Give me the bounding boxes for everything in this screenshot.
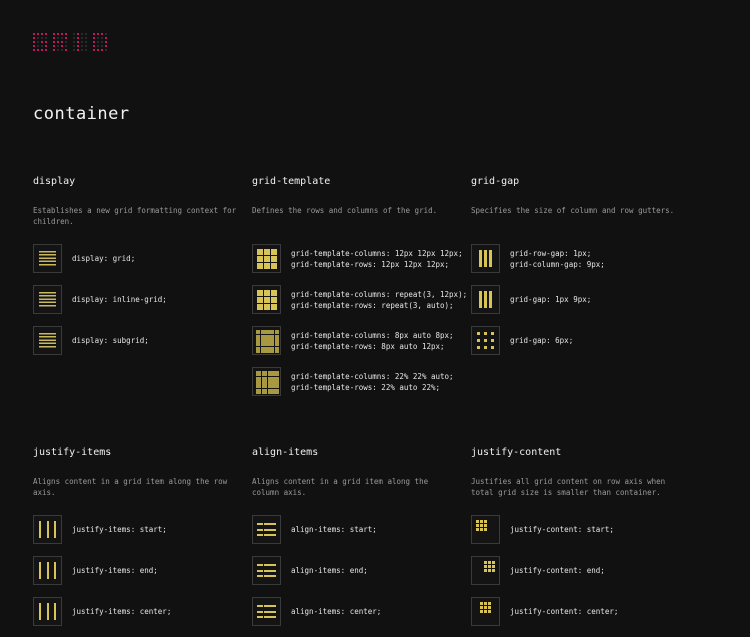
- justify-center-icon: [33, 597, 62, 626]
- gap-squares-icon: [471, 326, 500, 355]
- align-end-icon: [252, 556, 281, 585]
- example-justify-content-end[interactable]: justify-content: end;: [471, 555, 676, 586]
- example-code: justify-items: end;: [72, 566, 158, 575]
- example-code: grid-template-columns: repeat(3, 12px); …: [291, 289, 468, 310]
- example-code: grid-template-columns: 8px auto 8px; gri…: [291, 330, 454, 351]
- property-description: Aligns content in a grid item along the …: [33, 477, 228, 497]
- example-grid-template-percent[interactable]: grid-template-columns: 22% 22% auto; gri…: [252, 366, 457, 397]
- example-code: align-items: center;: [291, 607, 382, 616]
- justify-start-icon: [33, 515, 62, 544]
- gap-columns-icon: [471, 244, 500, 273]
- example-justify-items-center[interactable]: justify-items: center;: [33, 596, 238, 627]
- property-justify-items: justify-items Aligns content in a grid i…: [33, 446, 238, 637]
- justify-end-icon: [33, 556, 62, 585]
- example-align-items-start[interactable]: align-items: start;: [252, 514, 457, 545]
- grid-lines-icon: [33, 244, 62, 273]
- align-start-icon: [252, 515, 281, 544]
- content-center-icon: [471, 597, 500, 626]
- example-code: grid-template-columns: 22% 22% auto; gri…: [291, 371, 454, 392]
- grid-lines-icon: [33, 326, 62, 355]
- example-align-items-end[interactable]: align-items: end;: [252, 555, 457, 586]
- property-description: Justifies all grid content on row axis w…: [471, 477, 666, 497]
- property-description: Aligns content in a grid item along the …: [252, 477, 429, 497]
- example-display-inline-grid[interactable]: display: inline-grid;: [33, 284, 238, 315]
- example-grid-gap-one[interactable]: grid-gap: 6px;: [471, 325, 676, 356]
- gap-columns-icon: [471, 285, 500, 314]
- property-justify-content: justify-content Justifies all grid conte…: [471, 446, 676, 637]
- property-description: Defines the rows and columns of the grid…: [252, 206, 438, 215]
- example-code: display: inline-grid;: [72, 295, 167, 304]
- example-grid-row-gap[interactable]: grid-row-gap: 1px; grid-column-gap: 9px;: [471, 243, 676, 274]
- grid-3x3-icon: [252, 244, 281, 273]
- example-justify-content-center[interactable]: justify-content: center;: [471, 596, 676, 627]
- property-description: Establishes a new grid formatting contex…: [33, 206, 237, 226]
- example-grid-template-repeat[interactable]: grid-template-columns: repeat(3, 12px); …: [252, 284, 467, 315]
- example-justify-items-start[interactable]: justify-items: start;: [33, 514, 238, 545]
- property-name: display: [33, 176, 76, 187]
- example-code: justify-items: center;: [72, 607, 172, 616]
- example-code: justify-content: center;: [510, 607, 619, 616]
- property-grid-template: grid-template Defines the rows and colum…: [252, 175, 467, 407]
- property-name: justify-content: [471, 447, 562, 458]
- example-code: justify-content: start;: [510, 525, 614, 534]
- example-align-items-center[interactable]: align-items: center;: [252, 596, 457, 627]
- example-code: justify-content: end;: [510, 566, 605, 575]
- grid-3x3-icon: [252, 285, 281, 314]
- property-name: justify-items: [33, 447, 112, 458]
- grid-percent-icon: [252, 367, 281, 396]
- example-code: justify-items: start;: [72, 525, 167, 534]
- grid-lines-icon: [33, 285, 62, 314]
- example-code: align-items: end;: [291, 566, 368, 575]
- example-code: grid-row-gap: 1px; grid-column-gap: 9px;: [510, 248, 605, 269]
- example-code: align-items: start;: [291, 525, 377, 534]
- grid-logo: [33, 33, 107, 51]
- property-align-items: align-items Aligns content in a grid ite…: [252, 446, 457, 637]
- logo-letter-d: [93, 33, 107, 51]
- example-justify-items-end[interactable]: justify-items: end;: [33, 555, 238, 586]
- property-grid-gap: grid-gap Specifies the size of column an…: [471, 175, 676, 366]
- logo-letter-r: [53, 33, 67, 51]
- example-display-grid[interactable]: display: grid;: [33, 243, 238, 274]
- example-code: display: grid;: [72, 254, 136, 263]
- property-description: Specifies the size of column and row gut…: [471, 206, 675, 215]
- property-name: grid-gap: [471, 176, 520, 187]
- example-display-subgrid[interactable]: display: subgrid;: [33, 325, 238, 356]
- example-grid-template-fixed[interactable]: grid-template-columns: 12px 12px 12px; g…: [252, 243, 463, 274]
- example-justify-content-start[interactable]: justify-content: start;: [471, 514, 676, 545]
- content-start-icon: [471, 515, 500, 544]
- property-name: align-items: [252, 447, 319, 458]
- align-center-icon: [252, 597, 281, 626]
- example-code: grid-template-columns: 12px 12px 12px; g…: [291, 248, 463, 269]
- logo-letter-i: [73, 33, 87, 51]
- example-code: grid-gap: 6px;: [510, 336, 574, 345]
- example-code: grid-gap: 1px 9px;: [510, 295, 592, 304]
- example-grid-template-auto[interactable]: grid-template-columns: 8px auto 8px; gri…: [252, 325, 457, 356]
- grid-uneven-icon: [252, 326, 281, 355]
- example-grid-gap-two[interactable]: grid-gap: 1px 9px;: [471, 284, 676, 315]
- property-name: grid-template: [252, 176, 331, 187]
- section-title: container: [33, 104, 130, 124]
- example-code: display: subgrid;: [72, 336, 149, 345]
- content-end-icon: [471, 556, 500, 585]
- property-display: display Establishes a new grid formattin…: [33, 175, 238, 366]
- logo-letter-g: [33, 33, 47, 51]
